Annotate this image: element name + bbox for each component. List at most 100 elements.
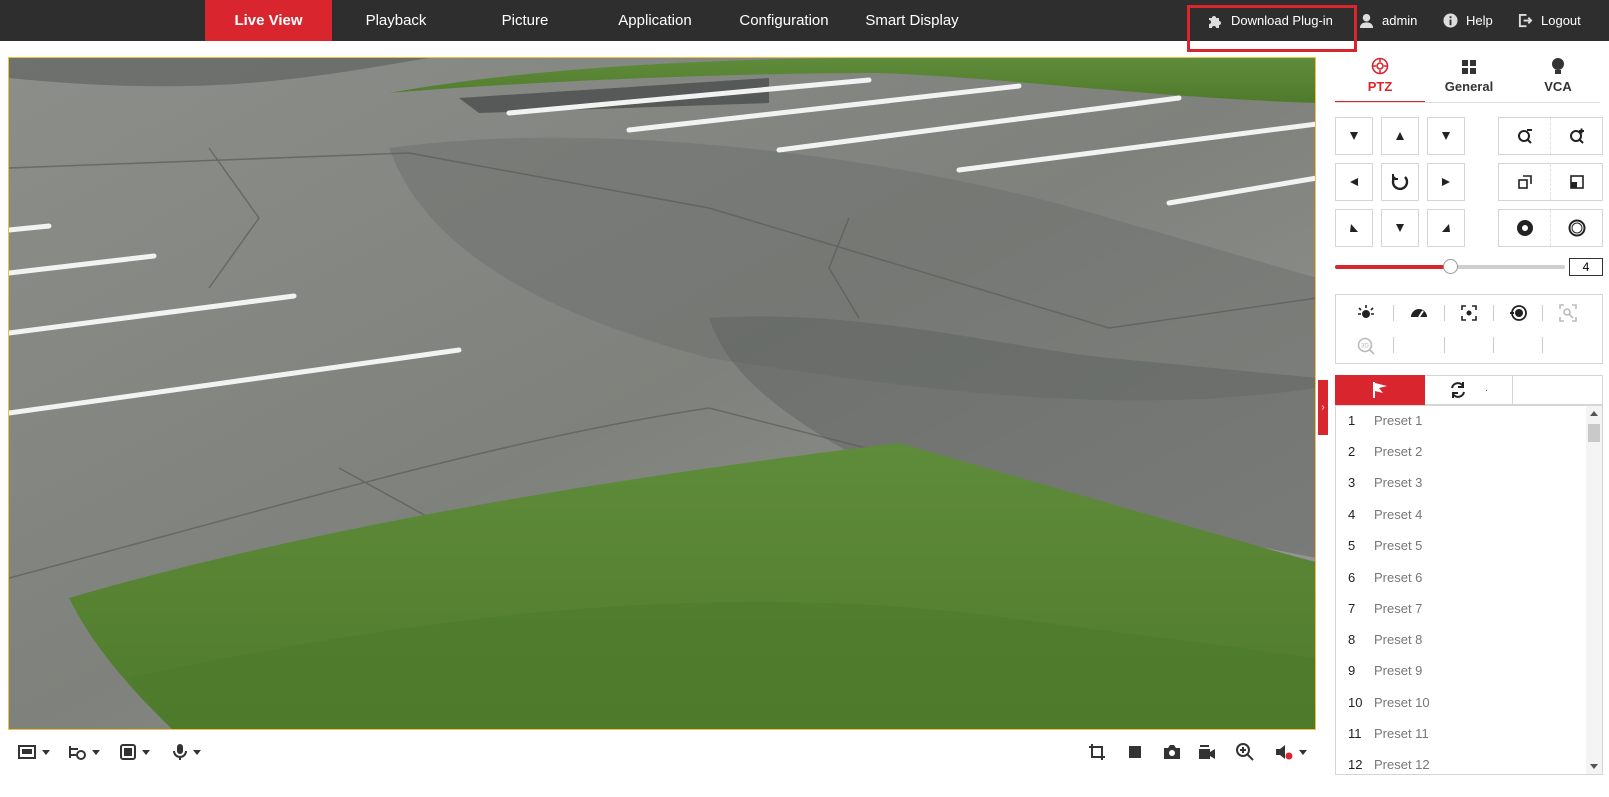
info-icon [1443,13,1458,28]
preset-row-4[interactable]: 4 Preset 4 [1336,499,1586,530]
iris-control [1498,209,1603,247]
preset-row-5[interactable]: 5 Preset 5 [1336,530,1586,561]
iris-close-icon [1516,220,1533,236]
light-icon [1358,305,1374,318]
download-plugin-link[interactable]: Download Plug-in [1207,0,1333,41]
preset-list-scrollbar[interactable] [1586,406,1602,774]
ptz-function-box: 3D [1335,294,1603,364]
preset-row-6[interactable]: 6 Preset 6 [1336,562,1586,593]
ptz-speed-slider[interactable] [1335,259,1565,274]
tab-vca[interactable]: VCA [1513,45,1603,103]
preset-row-12[interactable]: 12 Preset 12 [1336,749,1586,774]
auxiliary-focus-button[interactable] [1444,298,1494,328]
ptz-left-button[interactable] [1335,163,1373,201]
tab-patrols[interactable]: · [1425,375,1513,405]
preset-row-1[interactable]: 1 Preset 1 [1336,406,1586,436]
ptz-up-button[interactable] [1381,117,1419,155]
3d-positioning-button[interactable]: 3D [1341,331,1391,361]
preset-number: 8 [1348,632,1356,647]
scroll-down-icon [1590,764,1598,769]
logout-label: Logout [1541,13,1581,28]
preset-name: Preset 4 [1374,507,1423,522]
ptz-auto-button[interactable] [1381,163,1419,201]
render-mode-button[interactable] [120,741,150,763]
preset-name: Preset 10 [1374,695,1430,710]
control-panel: PTZ General VCA 4 3D · 1 Preset 1 2 Pres… [1335,45,1605,797]
scroll-thumb[interactable] [1588,424,1600,442]
focus-near-button[interactable] [1499,164,1550,200]
ptz-right-button[interactable] [1427,163,1465,201]
ptz-down-left-button[interactable] [1335,209,1373,247]
window-layout-button[interactable] [18,741,50,763]
ptz-speed-knob[interactable] [1443,259,1458,274]
focus-control [1498,163,1603,201]
render-icon [120,744,136,760]
aux-focus-icon [1461,305,1477,321]
preset-row-3[interactable]: 3 Preset 3 [1336,467,1586,498]
lens-init-button[interactable] [1493,298,1543,328]
nav-smart-display[interactable]: Smart Display [848,0,976,41]
user-menu[interactable]: admin [1359,0,1417,41]
preset-number: 1 [1348,413,1356,428]
ptz-up-right-button[interactable] [1427,117,1465,155]
manual-tracking-button[interactable] [1543,298,1593,328]
patrol-tab-dot: · [1484,384,1489,396]
nav-playback[interactable]: Playback [332,0,460,41]
focus-far-button[interactable] [1550,164,1602,200]
live-video-view[interactable] [8,57,1316,730]
record-button[interactable] [1198,741,1216,763]
scroll-up-icon [1590,411,1598,416]
nav-picture[interactable]: Picture [460,0,590,41]
nav-application[interactable]: Application [590,0,720,41]
tab-presets[interactable] [1335,375,1425,405]
iris-close-button[interactable] [1499,210,1550,246]
zoom-in-icon [1569,128,1584,144]
nav-live-view[interactable]: Live View [205,0,332,41]
tab-ptz-label: PTZ [1367,79,1393,94]
zoom-in-button[interactable] [1550,118,1602,154]
light-button[interactable] [1341,298,1391,328]
digital-zoom-button[interactable] [1236,741,1254,763]
ptz-speed-value: 4 [1569,258,1603,276]
help-link[interactable]: Help [1443,0,1493,41]
arrow-down-right-icon [1442,224,1450,232]
logout-link[interactable]: Logout [1518,0,1581,41]
patrol-icon [1450,382,1465,398]
panel-collapse-handle[interactable]: › [1318,380,1328,435]
ptz-up-left-button[interactable] [1335,117,1373,155]
arrow-down-icon [1396,224,1404,232]
tab-general[interactable]: General [1424,45,1514,103]
preset-name: Preset 3 [1374,475,1423,490]
preset-row-9[interactable]: 9 Preset 9 [1336,655,1586,686]
preset-name: Preset 12 [1374,757,1430,772]
preset-number: 9 [1348,663,1356,678]
camera-feed-image [9,58,1315,729]
preset-name: Preset 1 [1374,413,1423,428]
wiper-button[interactable] [1394,298,1444,328]
nav-configuration[interactable]: Configuration [720,0,848,41]
preset-row-7[interactable]: 7 Preset 7 [1336,593,1586,624]
zoom-control [1498,117,1603,155]
ptz-down-button[interactable] [1381,209,1419,247]
preset-row-10[interactable]: 10 Preset 10 [1336,687,1586,718]
microphone-button[interactable] [173,741,201,763]
preset-row-2[interactable]: 2 Preset 2 [1336,436,1586,467]
stop-button[interactable] [1128,741,1142,763]
logout-icon [1518,13,1533,28]
snapshot-button[interactable] [1163,741,1181,763]
tab-ptz[interactable]: PTZ [1335,45,1425,103]
stream-type-button[interactable] [68,741,100,763]
ptz-icon [1371,57,1389,75]
crop-button[interactable] [1088,741,1106,763]
volume-button[interactable] [1275,741,1307,763]
preset-name: Preset 2 [1374,444,1423,459]
zoom-out-button[interactable] [1499,118,1550,154]
arrow-up-right-icon [1442,132,1450,140]
arrow-right-icon [1442,178,1450,186]
snapshot-icon [1164,745,1180,759]
preset-row-11[interactable]: 11 Preset 11 [1336,718,1586,749]
preset-row-8[interactable]: 8 Preset 8 [1336,624,1586,655]
top-navigation-bar: Live View Playback Picture Application C… [0,0,1609,41]
ptz-down-right-button[interactable] [1427,209,1465,247]
iris-open-button[interactable] [1550,210,1602,246]
